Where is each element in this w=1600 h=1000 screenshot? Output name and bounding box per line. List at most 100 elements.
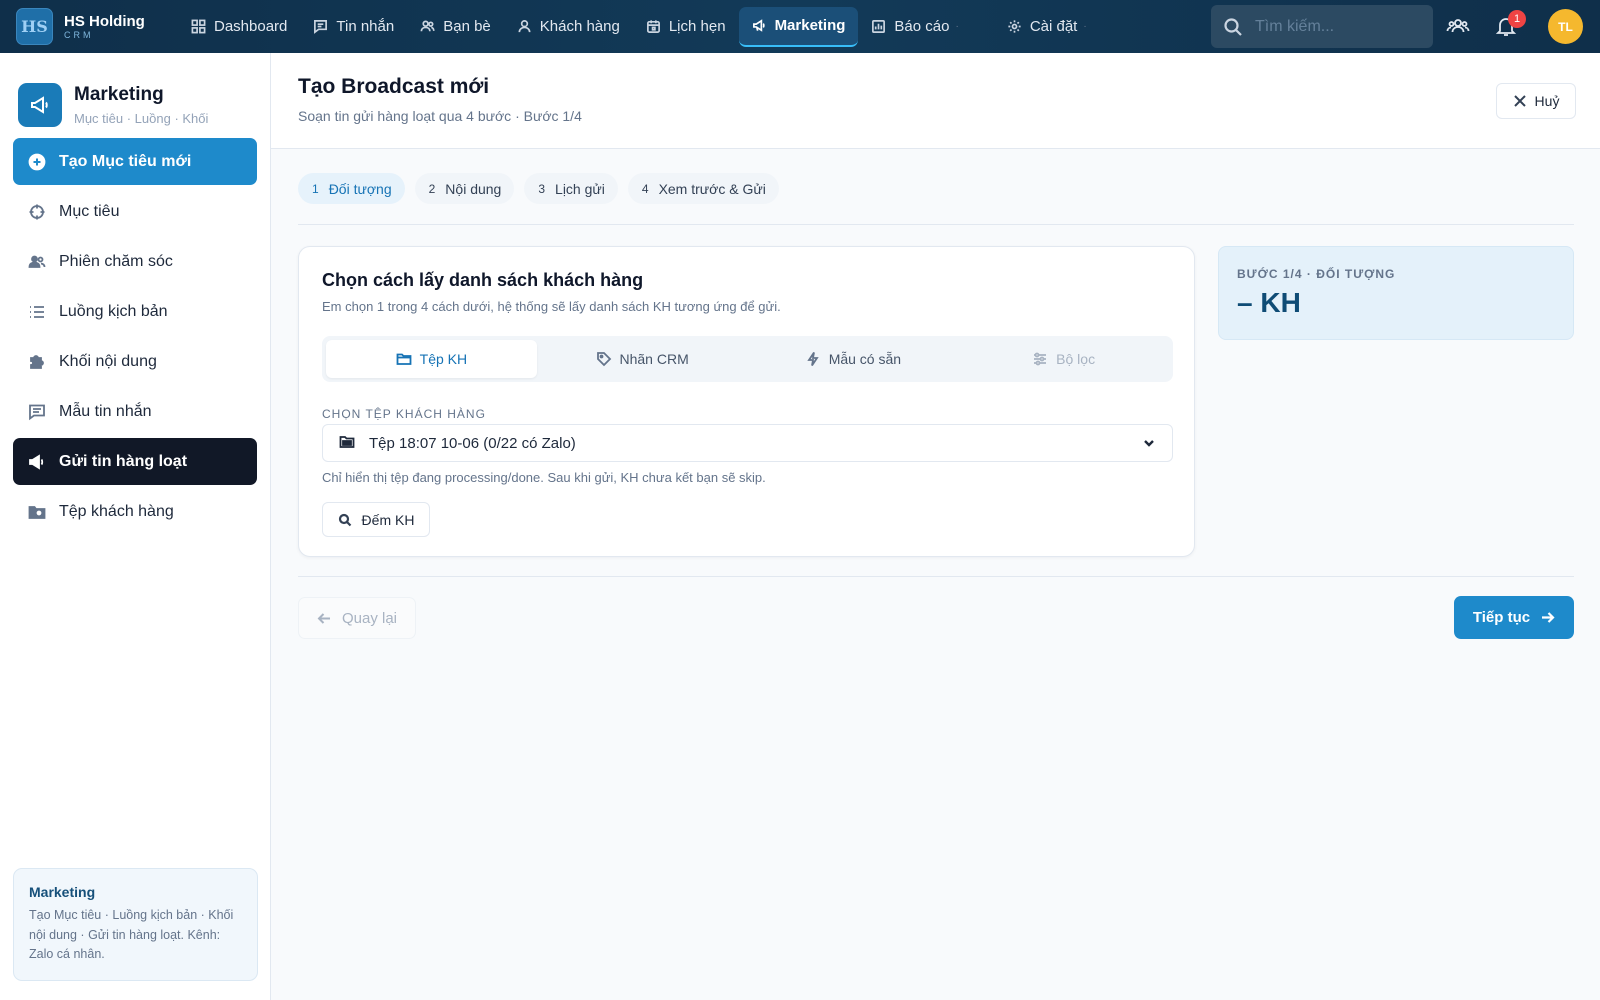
divider xyxy=(298,576,1574,577)
user-icon xyxy=(518,20,531,33)
nav-label: Cài đặt xyxy=(1029,18,1078,35)
nav-messages[interactable]: Tin nhắn xyxy=(300,7,407,47)
nav-label: Khách hàng xyxy=(539,18,620,35)
tab-filters: Bộ lọc xyxy=(958,340,1169,378)
tab-label: Bộ lọc xyxy=(1056,351,1096,367)
tab-crm-tags[interactable]: Nhãn CRM xyxy=(537,340,748,378)
step-content[interactable]: 2 Nội dung xyxy=(414,173,515,204)
stepper: 1 Đối tượng 2 Nội dung 3 Lịch gửi 4 Xem … xyxy=(298,173,789,204)
page-title: Tạo Broadcast mới xyxy=(298,75,490,98)
tab-presets[interactable]: Mẫu có sẵn xyxy=(748,340,959,378)
step-audience[interactable]: 1 Đối tượng xyxy=(298,173,405,204)
users-care-icon xyxy=(28,255,46,268)
cancel-button[interactable]: Huỷ xyxy=(1496,83,1576,119)
brand-subtitle: CRM xyxy=(64,29,94,40)
notification-badge: 1 xyxy=(1508,10,1526,28)
sidebar-info-body: Tạo Mục tiêu · Luồng kịch bản · Khối nội… xyxy=(29,908,234,961)
search-input[interactable] xyxy=(1255,17,1425,36)
nav-customers[interactable]: Khách hàng xyxy=(504,7,633,47)
sidebar-item-new-goal[interactable]: Tạo Mục tiêu mới xyxy=(13,138,257,185)
main-content: Tạo Broadcast mới Soạn tin gửi hàng loạt… xyxy=(271,53,1600,1000)
step-number: 4 xyxy=(641,181,649,196)
sidebar-title: Marketing xyxy=(74,83,164,105)
broadcast-icon xyxy=(29,453,44,470)
nav-separator-dot: · xyxy=(955,21,959,32)
sidebar-item-scenario-flows[interactable]: Luồng kịch bản xyxy=(13,288,257,335)
sidebar-item-goals[interactable]: Mục tiêu xyxy=(13,188,257,235)
friends-icon xyxy=(420,20,435,32)
step-summary-card: BƯỚC 1/4 · ĐỐI TƯỢNG – KH xyxy=(1218,246,1574,340)
search-icon xyxy=(1224,17,1242,36)
nav-settings[interactable]: Cài đặt · xyxy=(994,7,1100,47)
sidebar-item-label: Tệp khách hàng xyxy=(59,502,174,520)
sidebar-item-customer-files[interactable]: Tệp khách hàng xyxy=(13,488,257,535)
customer-file-select[interactable]: Tệp 18:07 10-06 (0/22 có Zalo) xyxy=(322,424,1173,462)
team-button[interactable] xyxy=(1446,14,1470,38)
sidebar: Marketing Mục tiêu · Luồng · Khối Tạo Mụ… xyxy=(0,53,271,1000)
sidebar-item-broadcast[interactable]: Gửi tin hàng loạt xyxy=(13,438,257,485)
sidebar-item-care-sessions[interactable]: Phiên chăm sóc xyxy=(13,238,257,285)
tab-label: Nhãn CRM xyxy=(619,351,689,367)
tab-customer-file[interactable]: Tệp KH xyxy=(326,340,537,378)
nav-dashboard[interactable]: Dashboard xyxy=(178,7,300,47)
card-title: Chọn cách lấy danh sách khách hàng xyxy=(322,270,644,290)
audience-card: Chọn cách lấy danh sách khách hàng Em ch… xyxy=(298,246,1195,557)
summary-value: – KH xyxy=(1237,287,1301,318)
user-avatar[interactable]: TL xyxy=(1548,9,1583,44)
step-label: Đối tượng xyxy=(328,180,392,197)
brand-name: HS Holding xyxy=(64,12,145,30)
search-box[interactable] xyxy=(1211,5,1433,48)
count-label: Đếm KH xyxy=(361,511,415,528)
sidebar-info-heading: Marketing xyxy=(29,884,96,900)
nav-label: Lịch hẹn xyxy=(668,18,726,35)
chevron-down-icon xyxy=(1144,440,1154,447)
nav-reports[interactable]: Báo cáo · xyxy=(858,7,971,47)
sidebar-item-label: Mẫu tin nhắn xyxy=(59,402,152,420)
sidebar-item-label: Khối nội dung xyxy=(59,352,157,370)
list-icon xyxy=(30,305,44,318)
main-nav: Dashboard Tin nhắn Bạn bè Khách hàng Lịc… xyxy=(178,0,1100,53)
nav-label: Marketing xyxy=(774,17,846,34)
card-subtitle: Em chọn 1 trong 4 cách dưới, hệ thống sẽ… xyxy=(322,299,781,314)
divider xyxy=(298,224,1574,225)
sidebar-logo xyxy=(18,82,62,127)
nav-label: Tin nhắn xyxy=(336,18,395,35)
step-preview-send[interactable]: 4 Xem trước & Gửi xyxy=(627,173,779,204)
nav-friends[interactable]: Bạn bè xyxy=(407,7,504,47)
megaphone-icon xyxy=(31,95,48,114)
sidebar-item-label: Luồng kịch bản xyxy=(59,302,168,320)
sidebar-item-label: Mục tiêu xyxy=(59,202,120,220)
nav-label: Báo cáo xyxy=(894,18,950,35)
team-icon xyxy=(1446,19,1470,33)
nav-appointments[interactable]: Lịch hẹn xyxy=(633,7,739,47)
arrow-right-icon xyxy=(1542,612,1555,623)
back-label: Quay lại xyxy=(341,609,398,627)
page-subtitle: Soạn tin gửi hàng loạt qua 4 bước · Bước… xyxy=(298,108,582,124)
step-number: 1 xyxy=(312,181,319,196)
step-number: 2 xyxy=(428,181,436,196)
search-icon xyxy=(338,513,351,526)
step-number: 3 xyxy=(538,181,546,196)
sidebar-item-label: Gửi tin hàng loạt xyxy=(59,452,188,470)
field-label: CHỌN TỆP KHÁCH HÀNG xyxy=(322,407,486,421)
folder-user-icon xyxy=(28,505,46,519)
nav-separator-dot: · xyxy=(1083,21,1087,32)
step-label: Lịch gửi xyxy=(555,180,605,197)
brand-logo: HS xyxy=(16,8,53,45)
nav-marketing[interactable]: Marketing xyxy=(738,6,859,47)
bolt-icon xyxy=(807,352,819,366)
next-label: Tiếp tục xyxy=(1472,609,1531,626)
brand[interactable]: HS HS Holding CRM xyxy=(16,8,178,45)
plus-circle-icon xyxy=(28,153,46,170)
count-customers-button[interactable]: Đếm KH xyxy=(322,502,430,537)
step-schedule[interactable]: 3 Lịch gửi xyxy=(524,173,618,204)
calendar-icon xyxy=(646,20,660,33)
select-value: Tệp 18:07 10-06 (0/22 có Zalo) xyxy=(369,434,576,452)
sliders-icon xyxy=(1034,352,1047,366)
next-button[interactable]: Tiếp tục xyxy=(1454,596,1574,639)
sidebar-item-content-blocks[interactable]: Khối nội dung xyxy=(13,338,257,385)
cancel-label: Huỷ xyxy=(1534,93,1560,109)
back-button[interactable]: Quay lại xyxy=(298,597,416,639)
sidebar-item-message-templates[interactable]: Mẫu tin nhắn xyxy=(13,388,257,435)
summary-label: BƯỚC 1/4 · ĐỐI TƯỢNG xyxy=(1237,267,1396,281)
